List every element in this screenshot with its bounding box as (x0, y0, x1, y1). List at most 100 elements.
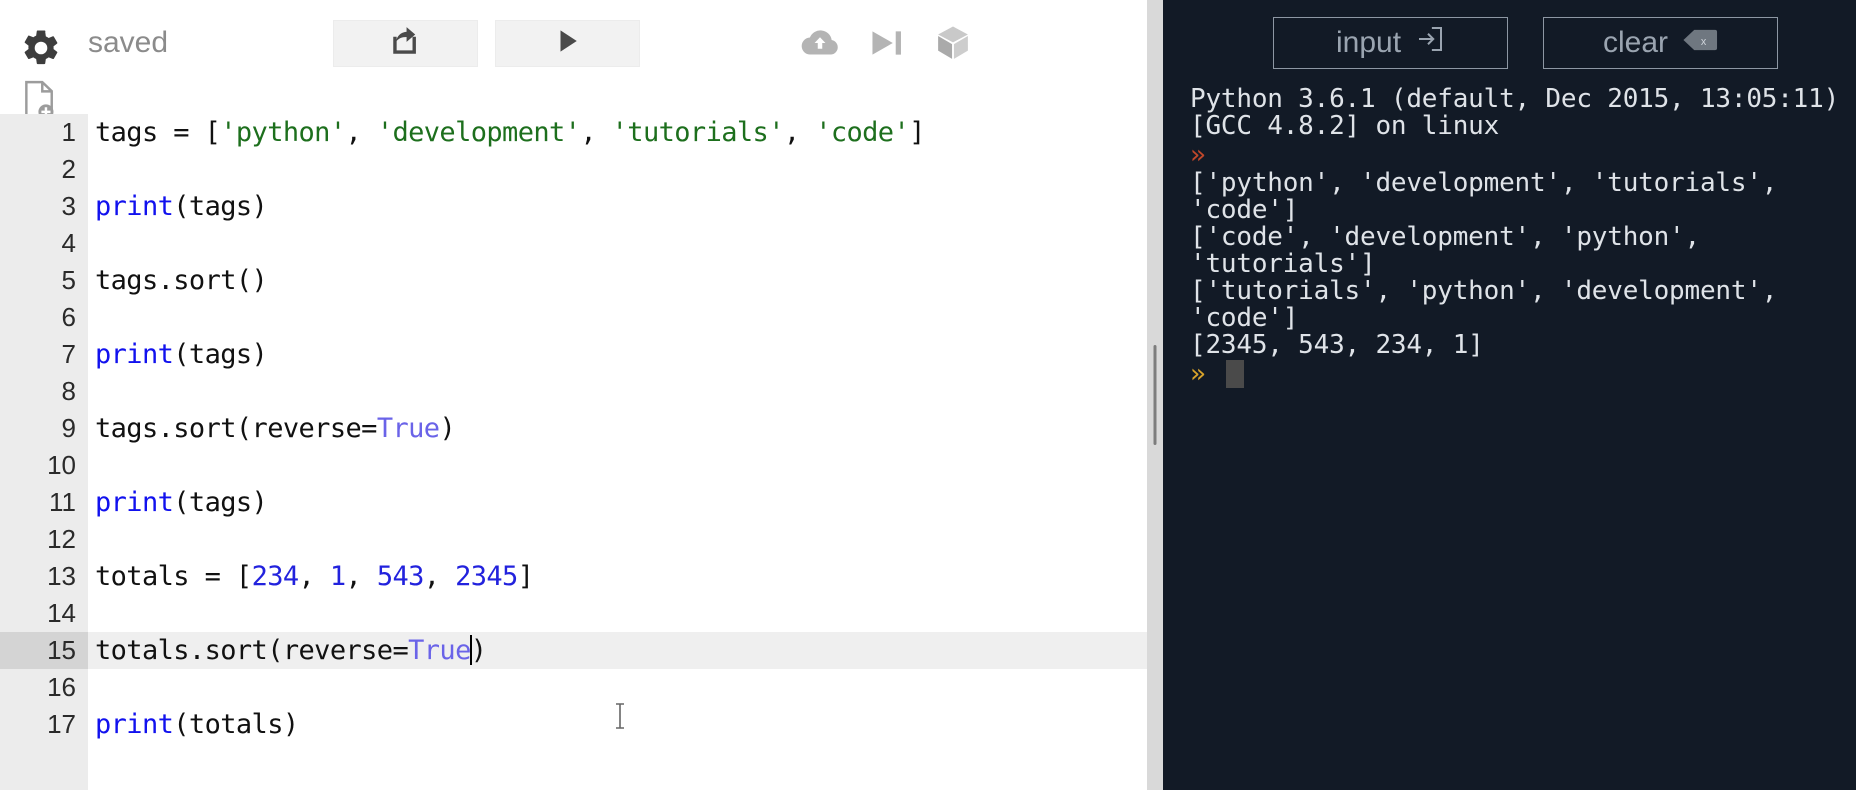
prompt-icon: » (1190, 140, 1206, 170)
code-token: = (361, 413, 377, 444)
code-token: tags.sort(reverse (95, 413, 362, 444)
line-number: 9 (61, 413, 76, 443)
console-pane: input clear x Python 3.6.1 (default, Dec… (1163, 0, 1856, 790)
console-line: ['tutorials', 'python', 'development', '… (1190, 276, 1793, 333)
toolbar-icon-group (800, 24, 972, 62)
line-code[interactable]: tags.sort() (88, 262, 1147, 299)
code-token: ) (439, 413, 456, 444)
code-editor[interactable]: 1 tags = ['python', 'development', 'tutor… (0, 114, 1147, 790)
line-number: 7 (61, 339, 76, 369)
code-line[interactable]: 4 (0, 225, 1147, 262)
line-code[interactable]: totals.sort(reverse=True) (88, 632, 1147, 669)
gear-icon[interactable] (20, 27, 62, 69)
console-line: ['python', 'development', 'tutorials', '… (1190, 168, 1793, 225)
code-line[interactable]: 11 print(tags) (0, 484, 1147, 521)
code-token: (tags) (173, 339, 268, 370)
code-token: 'tutorials' (611, 117, 785, 148)
line-number: 16 (47, 672, 76, 702)
code-token: ] (517, 561, 534, 592)
code-token: , (783, 117, 816, 148)
code-token: 'development' (376, 117, 581, 148)
code-line[interactable]: 8 (0, 373, 1147, 410)
code-line[interactable]: 14 (0, 595, 1147, 632)
code-line[interactable]: 10 (0, 447, 1147, 484)
code-line[interactable]: 12 (0, 521, 1147, 558)
line-code[interactable] (88, 595, 1147, 632)
line-code[interactable] (88, 225, 1147, 262)
code-line[interactable]: 17 print(totals) (0, 706, 1147, 743)
code-line[interactable]: 2 (0, 151, 1147, 188)
code-token: 2345 (455, 561, 518, 592)
line-number: 1 (61, 117, 76, 147)
code-token: (tags) (173, 191, 268, 222)
code-token: 234 (251, 561, 300, 592)
code-line[interactable]: 9 tags.sort(reverse=True) (0, 410, 1147, 447)
code-token: totals.sort(reverse (95, 635, 393, 666)
code-token: totals (95, 561, 205, 592)
code-line[interactable]: 13 totals = [234, 1, 543, 2345] (0, 558, 1147, 595)
code-line[interactable]: 3 print(tags) (0, 188, 1147, 225)
line-code[interactable] (88, 447, 1147, 484)
code-token: (totals) (173, 709, 299, 740)
code-token: ] (909, 117, 925, 148)
clear-button[interactable]: clear x (1543, 17, 1778, 69)
code-token: True (408, 635, 471, 666)
run-button[interactable] (495, 20, 640, 67)
line-number: 5 (61, 265, 76, 295)
code-line[interactable]: 7 print(tags) (0, 336, 1147, 373)
cube-icon[interactable] (934, 24, 972, 62)
line-code[interactable] (88, 521, 1147, 558)
input-button[interactable]: input (1273, 17, 1508, 69)
code-token: True (376, 413, 440, 444)
code-line[interactable]: 1 tags = ['python', 'development', 'tutor… (0, 114, 1147, 151)
input-button-label: input (1335, 26, 1402, 59)
ide-root: saved 1 tags = ['python', 'development',… (0, 0, 1856, 790)
share-button[interactable] (333, 20, 478, 67)
line-code[interactable]: print(totals) (88, 706, 1147, 743)
code-line[interactable]: 15 totals.sort(reverse=True) (0, 632, 1147, 669)
editor-pane: saved 1 tags = ['python', 'development',… (0, 0, 1147, 790)
line-number: 17 (47, 709, 76, 739)
code-token: , (345, 561, 377, 592)
code-token: tags.sort() (95, 265, 268, 296)
line-number: 6 (61, 302, 76, 332)
console-output[interactable]: Python 3.6.1 (default, Dec 2015, 13:05:1… (1163, 86, 1856, 790)
console-block-cursor (1225, 360, 1244, 388)
line-code[interactable] (88, 151, 1147, 188)
code-token: 'python' (220, 117, 346, 148)
line-number: 11 (49, 487, 76, 517)
code-token: print (95, 191, 174, 222)
code-line[interactable]: 5 tags.sort() (0, 262, 1147, 299)
line-number: 14 (47, 598, 76, 628)
resize-grip (1153, 345, 1157, 445)
console-prompt-line: » (1190, 140, 1856, 170)
code-token: , (345, 117, 377, 148)
line-code[interactable] (88, 373, 1147, 410)
play-icon (553, 25, 583, 62)
console-toolbar: input clear x (1163, 0, 1856, 86)
code-line[interactable]: 6 (0, 299, 1147, 336)
code-token: , (298, 561, 330, 592)
code-token: [ (235, 561, 252, 592)
code-token: print (95, 709, 174, 740)
console-line: [2345, 543, 234, 1] (1190, 330, 1484, 360)
share-icon (389, 24, 423, 63)
svg-text:x: x (1701, 36, 1707, 48)
code-token: 'code' (815, 117, 910, 148)
line-code[interactable]: tags.sort(reverse=True) (88, 410, 1147, 447)
line-code[interactable] (88, 299, 1147, 336)
console-prompt-line: » (1190, 359, 1856, 389)
line-code[interactable]: tags = ['python', 'development', 'tutori… (88, 114, 1147, 151)
pane-resize-handle[interactable] (1147, 0, 1163, 790)
line-code[interactable] (88, 669, 1147, 706)
cloud-upload-icon[interactable] (800, 27, 840, 59)
line-code[interactable]: totals = [234, 1, 543, 2345] (88, 558, 1147, 595)
save-status-label: saved (88, 26, 169, 59)
code-line[interactable]: 16 (0, 669, 1147, 706)
line-code[interactable]: print(tags) (88, 484, 1147, 521)
code-token: (tags) (173, 487, 268, 518)
code-token: [ (204, 117, 221, 148)
step-forward-icon[interactable] (868, 27, 906, 59)
line-code[interactable]: print(tags) (88, 188, 1147, 225)
line-code[interactable]: print(tags) (88, 336, 1147, 373)
